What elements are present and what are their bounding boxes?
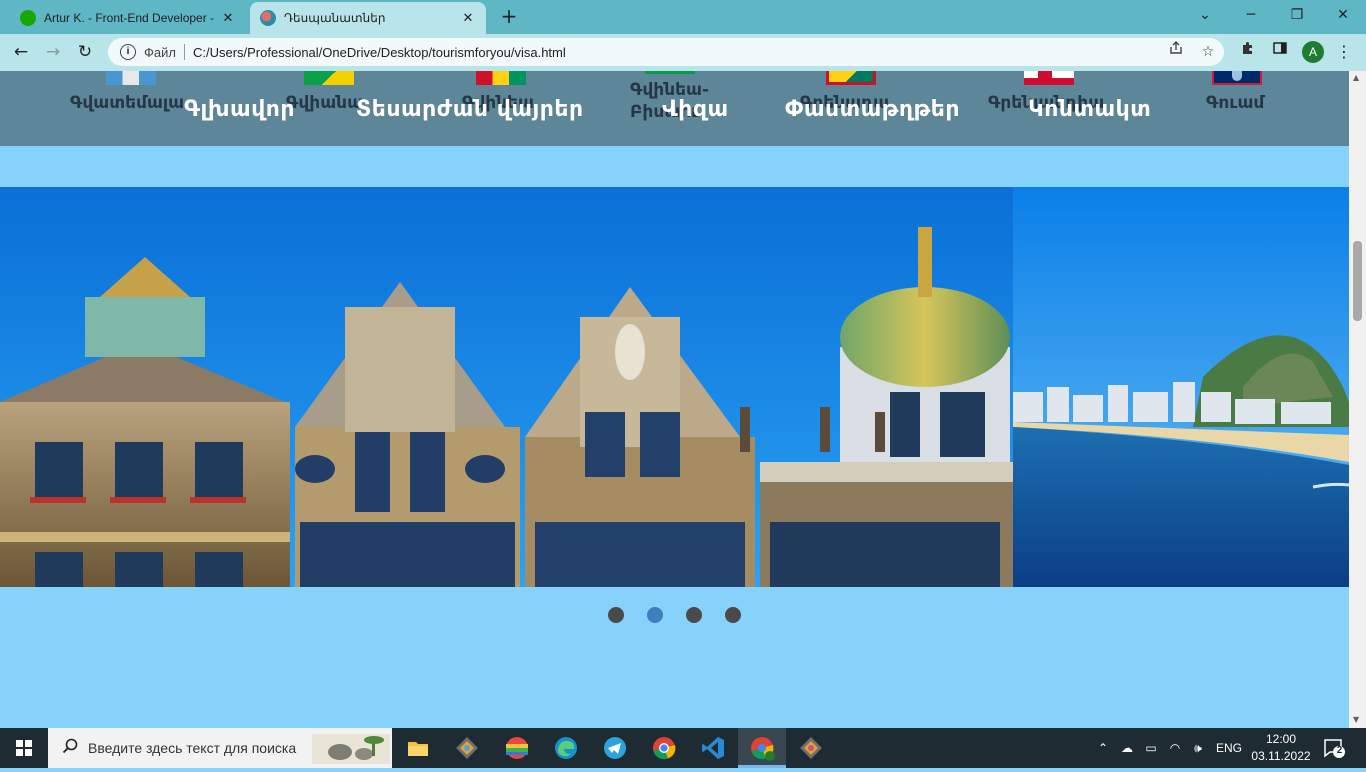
windows-taskbar: Введите здесь текст для поиска ⌃ ☁ ▭ ◠ 🕪… (0, 728, 1366, 768)
image-slider[interactable] (0, 187, 1349, 587)
slide-rio-beach-image (1013, 187, 1349, 587)
search-highlight-elephants-icon (312, 734, 390, 767)
share-icon[interactable] (1164, 40, 1188, 64)
country-item-guam[interactable]: Գուամ (1206, 71, 1286, 146)
close-window-button[interactable]: ✕ (1320, 0, 1366, 30)
browser-menu-icon[interactable]: ⋮ (1334, 40, 1354, 64)
forward-button[interactable]: → (40, 39, 66, 65)
slider-pagination (0, 607, 1349, 623)
profile-avatar[interactable]: A (1302, 41, 1324, 63)
guam-flag-icon (1212, 71, 1262, 85)
country-name: Գվատեմալա (70, 93, 185, 113)
clock[interactable]: 12:00 03.11.2022 (1246, 731, 1316, 765)
tab-upwork[interactable]: Artur K. - Front-End Developer - ✕ (10, 2, 246, 34)
divider (183, 44, 185, 60)
extensions-puzzle-icon[interactable] (1236, 40, 1260, 64)
page-viewport: Գվատեմալա Գվիանա Գվինեա Գվինեա-Բիսաու Գր… (0, 71, 1349, 728)
tab-embassies[interactable]: Դեսպանատներ ✕ (250, 2, 486, 34)
onedrive-cloud-icon[interactable]: ☁ (1116, 728, 1138, 768)
grenada-flag-icon (826, 71, 876, 85)
file-explorer-icon[interactable] (404, 734, 432, 762)
slider-dot-active[interactable] (647, 607, 663, 623)
guiana-flag-icon (304, 71, 354, 85)
chrome-profile-icon[interactable] (748, 734, 776, 762)
new-tab-button[interactable]: + (498, 6, 520, 28)
start-button[interactable] (0, 728, 48, 768)
volume-icon[interactable]: 🕪 (1186, 728, 1210, 768)
guinea-bissau-flag-icon (645, 71, 695, 74)
edge-browser-icon[interactable] (552, 734, 580, 762)
clock-date: 03.11.2022 (1251, 749, 1311, 763)
color-app-icon[interactable] (503, 734, 531, 762)
search-placeholder: Введите здесь текст для поиска (88, 740, 297, 756)
upwork-favicon-icon (20, 10, 36, 26)
address-bar[interactable]: i Файл C:/Users/Professional/OneDrive/De… (108, 38, 1224, 66)
bookmark-star-icon[interactable]: ☆ (1196, 40, 1220, 64)
reload-button[interactable]: ↻ (72, 39, 98, 65)
greenland-flag-icon (1024, 71, 1074, 85)
slide-brussels-image (0, 187, 1013, 587)
git-app-icon[interactable] (453, 734, 481, 762)
search-icon (62, 738, 78, 759)
slider-dot[interactable] (725, 607, 741, 623)
taskbar-search-box[interactable]: Введите здесь текст для поиска (48, 728, 392, 768)
site-favicon-icon (260, 10, 276, 26)
git-app-2-icon[interactable] (797, 734, 825, 762)
nav-link-home[interactable]: Գլխավոր (184, 97, 295, 122)
close-tab-icon[interactable]: ✕ (460, 10, 476, 26)
notification-count: 2 (1336, 745, 1343, 756)
minimize-button[interactable]: ─ (1228, 0, 1274, 30)
restore-button[interactable]: ❐ (1274, 0, 1320, 30)
tab-search-dropdown-icon[interactable]: ⌄ (1182, 0, 1228, 30)
clock-time: 12:00 (1265, 732, 1297, 746)
tab-title: Դեսպանատներ (284, 11, 386, 25)
notification-center-icon[interactable]: 2 (1322, 736, 1346, 760)
country-item-guatemala[interactable]: Գվատեմալա (70, 71, 190, 146)
guatemala-flag-icon (106, 71, 156, 85)
nav-link-visa[interactable]: Վիզա (662, 97, 729, 122)
browser-tab-strip: Artur K. - Front-End Developer - ✕ Դեսպա… (0, 0, 1366, 34)
chrome-icon[interactable] (650, 734, 678, 762)
scrollbar-thumb[interactable] (1353, 241, 1362, 321)
vscode-icon[interactable] (699, 734, 727, 762)
close-tab-icon[interactable]: ✕ (220, 10, 236, 26)
page-scrollbar[interactable]: ▲ ▼ (1349, 71, 1366, 728)
slider-dot[interactable] (608, 607, 624, 623)
country-name: Գվիանա (286, 93, 364, 113)
back-button[interactable]: ← (8, 39, 34, 65)
nav-link-documents[interactable]: Փաստաթղթեր (785, 97, 960, 122)
scheme-label: Файл (144, 44, 176, 60)
wifi-icon[interactable]: ◠ (1164, 728, 1186, 768)
nav-link-sights[interactable]: Տեսարժան վայրեր (356, 97, 584, 122)
url-text[interactable]: C:/Users/Professional/OneDrive/Desktop/t… (193, 45, 566, 60)
scroll-up-arrow-icon[interactable]: ▲ (1353, 73, 1359, 82)
side-panel-icon[interactable] (1268, 40, 1292, 64)
site-header: Գվատեմալա Գվիանա Գվինեա Գվինեա-Բիսաու Գր… (0, 71, 1349, 146)
guinea-flag-icon (476, 71, 526, 85)
tray-overflow-chevron-icon[interactable]: ⌃ (1094, 728, 1112, 768)
language-indicator[interactable]: ENG (1212, 728, 1246, 768)
slider-dot[interactable] (686, 607, 702, 623)
nav-link-contact[interactable]: Կոնտակտ (1028, 97, 1151, 122)
tab-title: Artur K. - Front-End Developer - (44, 11, 215, 25)
country-name: Գուամ (1206, 93, 1265, 113)
telegram-icon[interactable] (601, 734, 629, 762)
battery-icon[interactable]: ▭ (1140, 728, 1162, 768)
site-info-icon[interactable]: i (120, 44, 136, 60)
scroll-down-arrow-icon[interactable]: ▼ (1353, 715, 1359, 724)
